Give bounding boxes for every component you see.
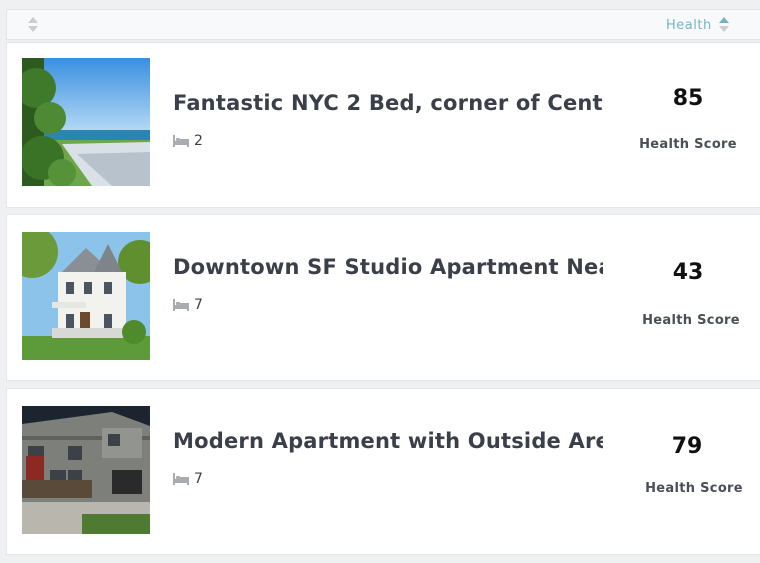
listing-title[interactable]: Modern Apartment with Outside Area xyxy=(173,429,603,453)
health-score-label: Health Score xyxy=(642,313,740,328)
listing-title[interactable]: Downtown SF Studio Apartment Near C... xyxy=(173,255,603,279)
health-column-label: Health xyxy=(666,17,712,33)
bed-count-value: 7 xyxy=(194,471,203,487)
bed-count: 2 xyxy=(173,133,203,149)
listing-card[interactable]: Fantastic NYC 2 Bed, corner of Central .… xyxy=(6,42,760,208)
bed-count-value: 2 xyxy=(194,133,203,149)
listing-card[interactable]: Downtown SF Studio Apartment Near C... 7… xyxy=(6,214,760,381)
listing-thumbnail-victorian-house[interactable] xyxy=(22,232,150,360)
health-score-value: 79 xyxy=(671,434,703,459)
bed-count: 7 xyxy=(173,471,203,487)
bed-icon xyxy=(173,473,189,485)
bed-icon xyxy=(173,299,189,311)
sort-arrows-icon[interactable] xyxy=(27,17,39,33)
listing-card[interactable]: Modern Apartment with Outside Area 7 79 … xyxy=(6,388,760,555)
bed-icon xyxy=(173,135,189,147)
bed-count-value: 7 xyxy=(194,297,203,313)
bed-count: 7 xyxy=(173,297,203,313)
health-score-label: Health Score xyxy=(645,481,743,496)
health-score-value: 85 xyxy=(672,86,704,111)
health-sort-button[interactable]: Health xyxy=(666,17,730,33)
health-score-label: Health Score xyxy=(639,137,737,152)
health-score-value: 43 xyxy=(672,260,704,285)
listing-thumbnail-modern-house[interactable] xyxy=(22,406,150,534)
table-header: Health xyxy=(6,9,760,40)
sort-ascending-icon xyxy=(718,17,730,33)
listing-thumbnail-beach[interactable] xyxy=(22,58,150,186)
listing-title[interactable]: Fantastic NYC 2 Bed, corner of Central .… xyxy=(173,91,603,115)
